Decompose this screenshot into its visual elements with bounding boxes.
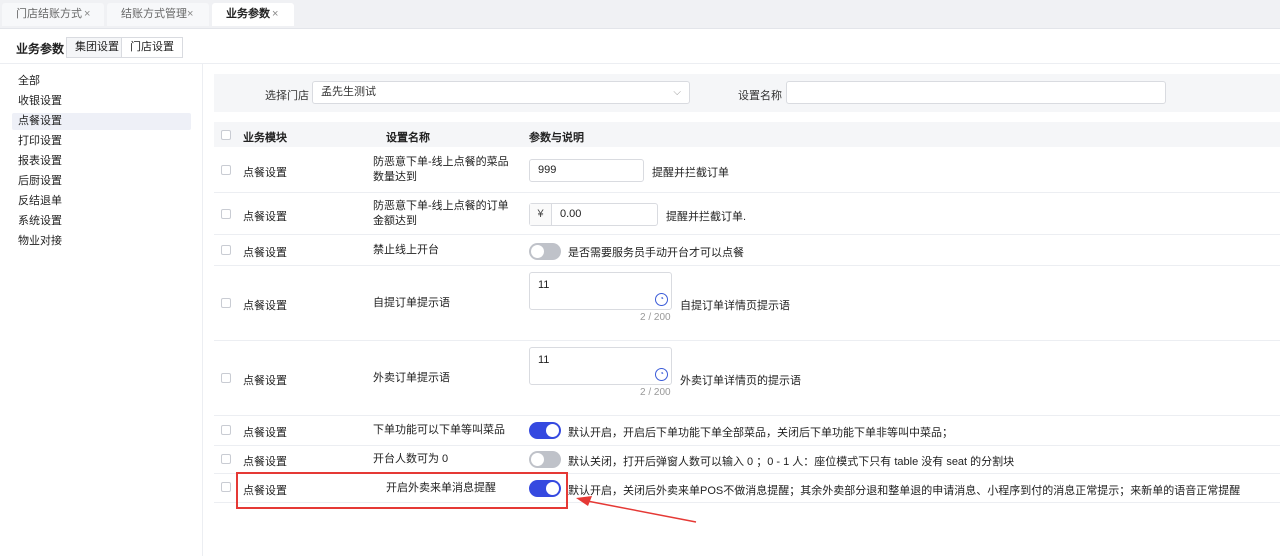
annotation-arrow: [576, 496, 697, 523]
